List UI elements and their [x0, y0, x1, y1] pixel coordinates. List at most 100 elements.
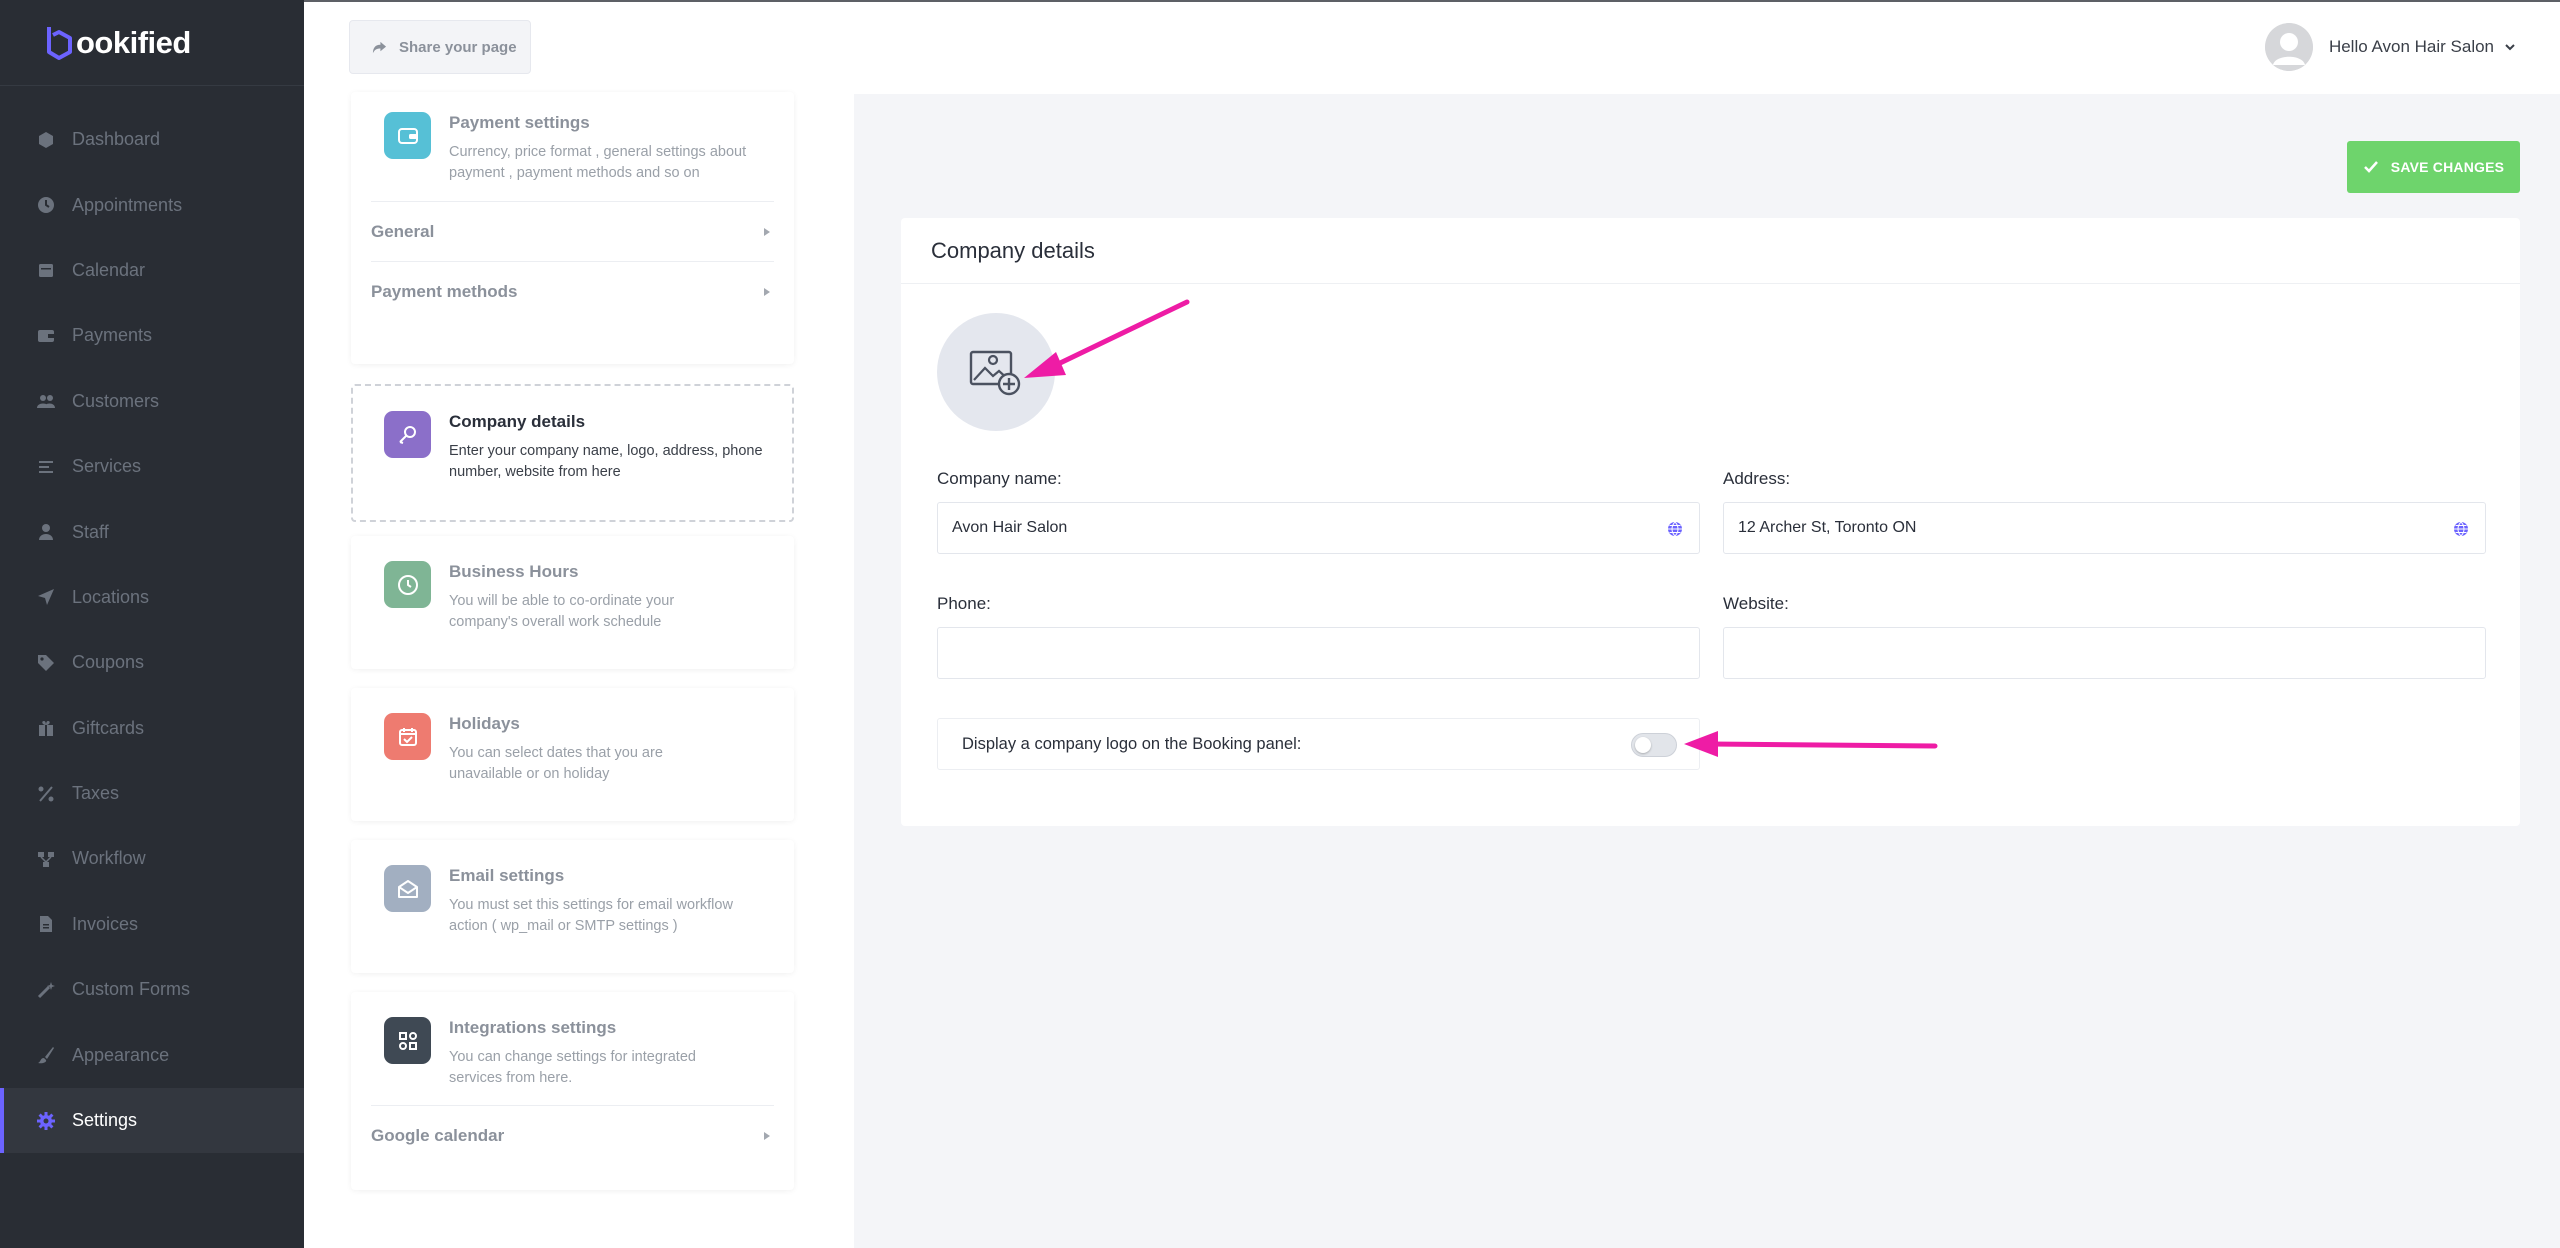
payment-settings-desc: Currency, price format , general setting… — [449, 144, 747, 181]
brand-logo[interactable]: ookified — [0, 0, 304, 86]
company-name-label: Company name: — [937, 469, 1062, 488]
display-logo-row: Display a company logo on the Booking pa… — [937, 718, 1700, 770]
user-menu[interactable]: Hello Avon Hair Salon — [2264, 23, 2516, 71]
save-changes-button[interactable]: SAVE CHANGES — [2347, 141, 2520, 193]
business-hours-desc: You will be able to co-ordinate your com… — [449, 593, 675, 630]
address-label: Address: — [1723, 469, 1791, 488]
sidebar-item-locations[interactable]: Locations — [0, 565, 304, 630]
settings-card-business-hours[interactable]: Business Hours You will be able to co-or… — [351, 536, 794, 669]
sidebar-item-staff[interactable]: Staff — [0, 499, 304, 564]
company-details-desc: Enter your company name, logo, address, … — [449, 443, 763, 480]
address-input[interactable]: 12 Archer St, Toronto ON — [1723, 502, 2486, 554]
user-icon — [37, 523, 55, 541]
list-icon — [37, 458, 55, 476]
globe-icon[interactable] — [1667, 521, 1683, 537]
sidebar-item-workflow[interactable]: Workflow — [0, 826, 304, 891]
wallet-icon — [384, 112, 431, 159]
sidebar-item-dashboard[interactable]: Dashboard — [0, 107, 304, 172]
sidebar-item-appointments[interactable]: Appointments — [0, 172, 304, 237]
sidebar-item-label: Dashboard — [72, 129, 161, 150]
sidebar-item-customers[interactable]: Customers — [0, 369, 304, 434]
sidebar-item-label: Taxes — [72, 783, 120, 804]
globe-icon[interactable] — [2453, 521, 2469, 537]
sidebar-item-coupons[interactable]: Coupons — [0, 630, 304, 695]
image-add-icon — [969, 350, 1021, 396]
settings-sub-payment-methods[interactable]: Payment methods — [371, 261, 774, 321]
sidebar-item-label: Services — [72, 456, 142, 477]
website-input[interactable] — [1723, 627, 2486, 679]
sidebar-item-payments[interactable]: Payments — [0, 303, 304, 368]
gear-icon — [37, 1111, 55, 1130]
phone-input[interactable] — [937, 627, 1700, 679]
brush-icon — [37, 1046, 55, 1064]
company-details-title: Company details — [449, 412, 586, 431]
calendar-check-icon — [384, 713, 431, 760]
users-icon — [37, 392, 55, 410]
sidebar-item-label: Custom Forms — [72, 979, 191, 1000]
brand-name: ookified — [76, 24, 191, 60]
clock-icon — [37, 196, 55, 214]
wallet-icon — [37, 327, 55, 345]
company-logo-upload[interactable] — [937, 313, 1055, 431]
avatar — [2264, 23, 2313, 71]
sidebar-item-label: Workflow — [72, 848, 146, 869]
phone-label: Phone: — [937, 594, 991, 613]
integrations-icon — [384, 1017, 431, 1064]
sidebar-item-label: Giftcards — [72, 717, 145, 738]
display-logo-toggle[interactable] — [1631, 733, 1677, 757]
company-name-input[interactable]: Avon Hair Salon — [937, 502, 1700, 554]
integrations-title: Integrations settings — [449, 1018, 617, 1037]
sidebar-item-settings[interactable]: Settings — [0, 1087, 304, 1154]
sidebar-item-giftcards[interactable]: Giftcards — [0, 696, 304, 761]
holidays-title: Holidays — [449, 714, 520, 733]
address-value: 12 Archer St, Toronto ON — [1738, 519, 1917, 536]
holidays-desc: You can select dates that you are unavai… — [449, 745, 663, 782]
settings-sub-general[interactable]: General — [371, 201, 774, 261]
sidebar-item-label: Customers — [72, 390, 160, 411]
company-details-panel: Company details Company name: Avon Hair … — [901, 218, 2520, 826]
sidebar-item-label: Settings — [72, 1110, 138, 1131]
panel-title: Company details — [901, 218, 2520, 284]
share-page-label: Share your page — [399, 38, 517, 56]
sidebar: ookified Dashboard Appointments Calendar Pa… — [0, 0, 304, 1248]
company-name-value: Avon Hair Salon — [952, 519, 1068, 536]
settings-card-company-details[interactable]: Company details Enter your company name,… — [351, 384, 794, 522]
sidebar-item-label: Coupons — [72, 652, 145, 673]
toggle-knob — [1635, 737, 1651, 753]
save-changes-label: SAVE CHANGES — [2390, 159, 2505, 175]
sidebar-item-label: Calendar — [72, 259, 146, 280]
sidebar-item-custom-forms[interactable]: Custom Forms — [0, 957, 304, 1022]
share-icon — [372, 41, 387, 53]
settings-card-payment[interactable]: Payment settings Currency, price format … — [351, 92, 794, 364]
settings-sub-google-calendar[interactable]: Google calendar — [371, 1105, 774, 1165]
share-page-button[interactable]: Share your page — [349, 20, 531, 74]
workflow-icon — [37, 850, 55, 868]
check-icon — [2363, 161, 2378, 173]
sidebar-item-label: Invoices — [72, 913, 139, 934]
sidebar-item-label: Staff — [72, 521, 109, 542]
caret-right-icon — [764, 1131, 770, 1140]
sidebar-item-services[interactable]: Services — [0, 434, 304, 499]
business-hours-title: Business Hours — [449, 562, 579, 581]
sidebar-item-taxes[interactable]: Taxes — [0, 761, 304, 826]
sidebar-item-label: Appointments — [72, 194, 183, 215]
settings-card-integrations[interactable]: Integrations settings You can change set… — [351, 992, 794, 1190]
settings-card-holidays[interactable]: Holidays You can select dates that you a… — [351, 688, 794, 821]
user-greeting: Hello Avon Hair Salon — [2328, 37, 2494, 56]
cube-icon — [37, 131, 55, 149]
payment-settings-title: Payment settings — [449, 113, 590, 132]
clock-icon — [384, 561, 431, 608]
percent-icon — [37, 785, 55, 803]
email-settings-desc: You must set this settings for email wor… — [449, 897, 733, 934]
sidebar-item-invoices[interactable]: Invoices — [0, 892, 304, 957]
caret-right-icon — [764, 287, 770, 296]
sidebar-item-calendar[interactable]: Calendar — [0, 238, 304, 303]
display-logo-label: Display a company logo on the Booking pa… — [962, 734, 1302, 753]
sidebar-item-label: Payments — [72, 325, 153, 346]
sidebar-item-label: Locations — [72, 586, 150, 607]
settings-card-email[interactable]: Email settings You must set this setting… — [351, 840, 794, 973]
sidebar-item-appearance[interactable]: Appearance — [0, 1022, 304, 1087]
sidebar-item-label: Appearance — [72, 1044, 170, 1065]
tag-icon — [37, 654, 55, 672]
pen-icon — [384, 411, 431, 458]
